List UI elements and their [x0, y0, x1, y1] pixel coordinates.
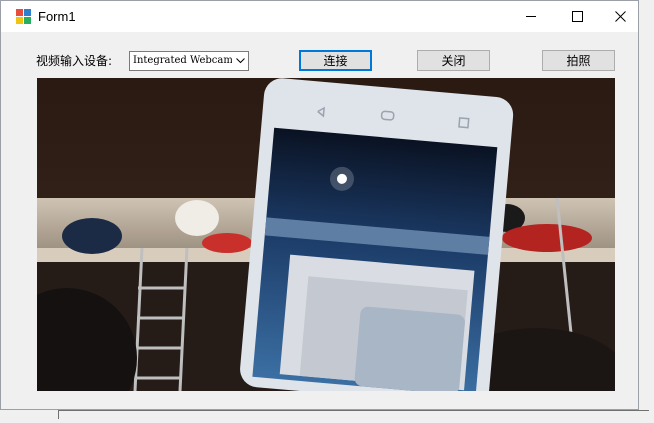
device-select[interactable]: Integrated Webcam — [129, 51, 249, 71]
background-window-edge — [58, 410, 649, 419]
window-title: Form1 — [38, 9, 76, 24]
device-label: 视频输入设备: — [36, 54, 113, 68]
title-bar[interactable]: Form1 — [1, 1, 638, 32]
take-photo-button[interactable]: 拍照 — [542, 50, 615, 71]
video-preview — [37, 78, 615, 391]
minimize-icon — [526, 16, 536, 17]
webcam-frame-image — [37, 78, 615, 391]
chevron-down-icon[interactable] — [232, 52, 248, 70]
minimize-button[interactable] — [508, 1, 554, 32]
form-window: Form1 视频输入设备: Integrated Webcam 连接 关闭 拍照 — [0, 0, 639, 410]
close-icon — [614, 11, 626, 22]
close-window-button[interactable] — [600, 1, 640, 32]
form-app-icon — [16, 9, 32, 25]
maximize-icon — [571, 11, 583, 22]
desktop-edge — [639, 0, 654, 423]
device-select-value: Integrated Webcam — [133, 55, 233, 66]
close-camera-button[interactable]: 关闭 — [417, 50, 490, 71]
connect-button[interactable]: 连接 — [299, 50, 372, 71]
maximize-button[interactable] — [554, 1, 600, 32]
